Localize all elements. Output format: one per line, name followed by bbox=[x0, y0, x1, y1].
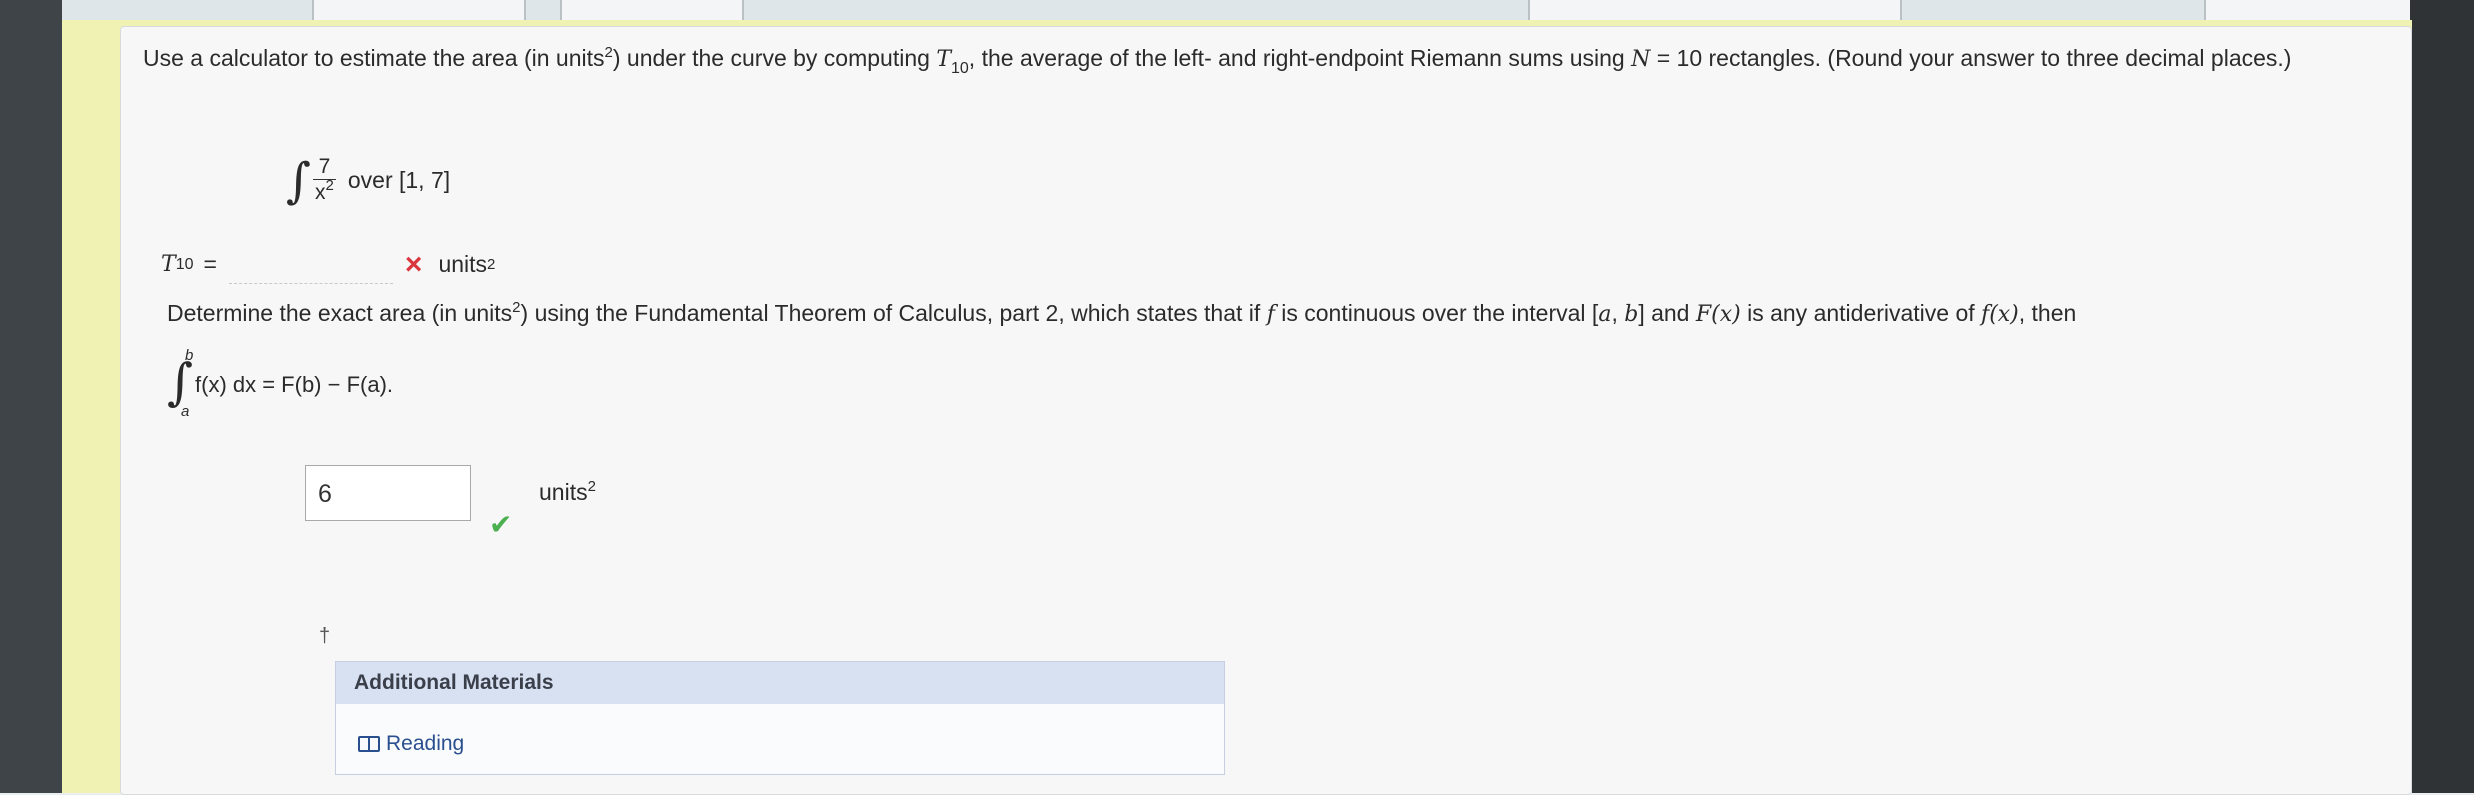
definite-integral-sign: ∫ b a bbox=[167, 347, 193, 420]
f-symbol: f bbox=[1266, 302, 1275, 327]
b-symbol: b bbox=[1624, 302, 1639, 327]
equals-sign: = bbox=[203, 251, 217, 277]
integral-sign: ∫ bbox=[286, 152, 312, 209]
n-symbol: N bbox=[1631, 47, 1651, 72]
denominator-exponent: 2 bbox=[325, 177, 334, 194]
upper-bound: b bbox=[185, 347, 194, 364]
intro-text: = 10 rectangles. (Round your answer to t… bbox=[1650, 45, 2292, 71]
question-instructions: Use a calculator to estimate the area (i… bbox=[143, 39, 2393, 79]
right-window-edge bbox=[2410, 0, 2474, 793]
exact-area-input[interactable]: 6 bbox=[305, 465, 471, 521]
ftc-text: is any antiderivative of bbox=[1740, 300, 1982, 326]
ftc-text: is continuous over the interval [ bbox=[1274, 300, 1599, 326]
t10-answer-row: T 10 = × units 2 bbox=[161, 245, 495, 284]
book-icon bbox=[358, 736, 380, 752]
units-exponent: 2 bbox=[587, 478, 596, 495]
ftc-text: ) using the Fundamental Theorem of Calcu… bbox=[520, 300, 1267, 326]
reading-label: Reading bbox=[386, 732, 465, 755]
denominator-base: x bbox=[315, 181, 326, 204]
dagger-mark: † bbox=[319, 625, 331, 647]
ftc-formula-body: f(x) dx = F(b) − F(a). bbox=[195, 372, 394, 397]
ftc-instructions: Determine the exact area (in units2) usi… bbox=[167, 295, 2397, 333]
units-text: units bbox=[539, 479, 588, 505]
integrand-fraction: 7 x2 bbox=[313, 155, 336, 206]
integrand-numerator: 7 bbox=[318, 155, 331, 178]
t-subscript: 10 bbox=[951, 60, 969, 77]
lower-bound: a bbox=[181, 403, 190, 420]
incorrect-x-icon: × bbox=[404, 247, 423, 281]
intro-text: ) under the curve by computing bbox=[612, 45, 937, 71]
correct-check-icon: ✔ bbox=[489, 509, 513, 540]
additional-materials-header: Additional Materials bbox=[336, 662, 1224, 704]
a-symbol: a bbox=[1598, 302, 1612, 327]
comma: , bbox=[1611, 300, 1625, 326]
exact-area-units: units2 bbox=[539, 479, 596, 506]
intro-text: Use a calculator to estimate the area (i… bbox=[143, 45, 605, 71]
antiderivative-symbol: F(x) bbox=[1695, 302, 1741, 327]
question-card: Use a calculator to estimate the area (i… bbox=[120, 26, 2412, 795]
t-symbol: T bbox=[936, 47, 951, 72]
intro-text: , the average of the left- and right-end… bbox=[968, 45, 1632, 71]
t10-label: T bbox=[161, 252, 176, 277]
ftc-text: , then bbox=[2018, 300, 2077, 326]
integrand-denominator: x2 bbox=[313, 177, 336, 206]
additional-materials-panel: Additional Materials Reading bbox=[335, 661, 1225, 775]
integral-expression: ∫ 7 x2 over [1, 7] bbox=[286, 155, 450, 206]
t10-units: units bbox=[438, 251, 488, 277]
integral-interval: over [1, 7] bbox=[347, 167, 451, 193]
left-window-edge bbox=[0, 0, 62, 793]
function-symbol: f(x) bbox=[1981, 302, 2019, 327]
reading-link[interactable]: Reading bbox=[358, 732, 464, 756]
ftc-formula: ∫ b a f(x) dx = F(b) − F(a). bbox=[167, 347, 394, 420]
ftc-text: ] and bbox=[1638, 300, 1696, 326]
superscript: 2 bbox=[604, 44, 613, 61]
superscript: 2 bbox=[512, 299, 521, 316]
t10-answer-input[interactable] bbox=[228, 245, 393, 284]
ftc-text: Determine the exact area (in units bbox=[167, 300, 513, 326]
